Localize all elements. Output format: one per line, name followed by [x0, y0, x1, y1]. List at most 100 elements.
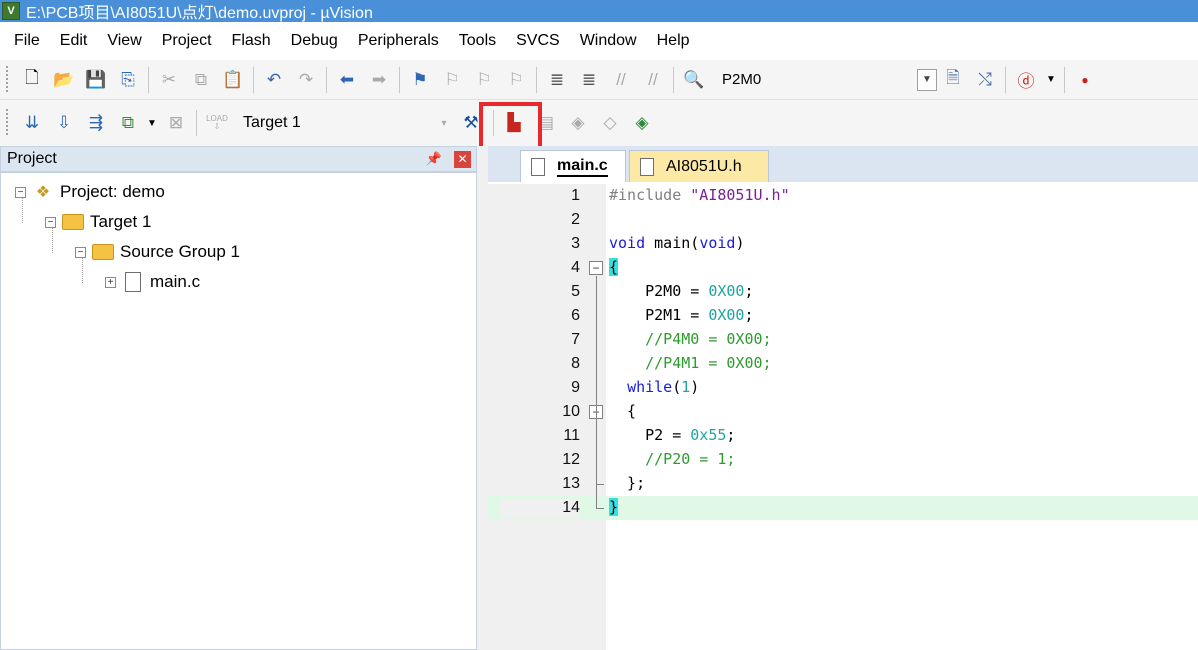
menu-svcs[interactable]: SVCS	[506, 32, 570, 50]
collapse-icon[interactable]: −	[15, 186, 26, 198]
save-all-icon[interactable]: ⎘	[115, 67, 141, 93]
find-combobox-text[interactable]: P2M0	[722, 71, 917, 88]
new-file-icon[interactable]: 🗋	[19, 67, 45, 93]
select-packs-icon[interactable]: ◇	[597, 110, 623, 136]
undo-icon[interactable]: ↶	[261, 67, 287, 93]
uncomment-icon[interactable]: //	[640, 67, 666, 93]
code-text: //P4M1 = 0X00;	[609, 354, 771, 372]
chevron-down-icon[interactable]: ▼	[147, 110, 157, 136]
code-line[interactable]: 8 //P4M1 = 0X00;	[488, 352, 1198, 376]
manage-runtime-icon[interactable]: ◈	[565, 110, 591, 136]
cut-icon[interactable]: ✂	[156, 67, 182, 93]
menu-help[interactable]: Help	[647, 32, 700, 50]
code-text: #include "AI8051U.h"	[609, 186, 790, 204]
save-icon[interactable]: 💾	[83, 67, 109, 93]
download-icon[interactable]: LOAD ⇩	[204, 110, 230, 136]
navigate-forward-icon[interactable]: ➡	[366, 67, 392, 93]
bookmark-insert-icon[interactable]: ⚑	[407, 67, 433, 93]
code-token: "AI8051U.h"	[690, 186, 790, 204]
chevron-down-icon[interactable]: ▼	[1045, 67, 1057, 93]
code-line[interactable]: 7 //P4M0 = 0X00;	[488, 328, 1198, 352]
menu-view[interactable]: View	[97, 32, 151, 50]
build-icon[interactable]: ⇩	[51, 110, 77, 136]
menu-peripherals[interactable]: Peripherals	[348, 32, 449, 50]
pin-icon[interactable]: 📌	[426, 151, 442, 167]
bookmark-clear-icon[interactable]: ⚐	[503, 67, 529, 93]
code-token: P2M0 =	[609, 282, 709, 300]
bookmark-prev-icon[interactable]: ⚐	[439, 67, 465, 93]
fold-collapse-icon[interactable]: −	[589, 261, 603, 275]
debug-session-icon[interactable]: ⓓ	[1013, 67, 1039, 93]
code-line[interactable]: 5 P2M0 = 0X00;	[488, 280, 1198, 304]
code-token: };	[609, 474, 646, 492]
code-line[interactable]: 13 };	[488, 472, 1198, 496]
comment-icon[interactable]: //	[608, 67, 634, 93]
tree-node-project[interactable]: − ❖ Project: demo	[15, 179, 165, 205]
folder-open-icon	[92, 242, 114, 262]
menu-edit[interactable]: Edit	[50, 32, 98, 50]
unindent-icon[interactable]: ≣	[576, 67, 602, 93]
find-in-files-icon[interactable]: 🔍	[681, 67, 707, 93]
incremental-find-icon[interactable]: ⤭	[972, 67, 998, 93]
collapse-icon[interactable]: −	[45, 216, 56, 228]
breakpoint-icon[interactable]: ●	[1072, 67, 1098, 93]
close-icon[interactable]: ✕	[454, 150, 471, 168]
bookmark-next-icon[interactable]: ⚐	[471, 67, 497, 93]
paste-icon[interactable]: 📋	[220, 67, 246, 93]
toolbar-grip[interactable]	[6, 109, 12, 137]
indent-icon[interactable]: ≣	[544, 67, 570, 93]
navigate-back-icon[interactable]: ⬅	[334, 67, 360, 93]
menu-project[interactable]: Project	[152, 32, 222, 50]
toolbar-separator	[1005, 66, 1006, 93]
tab-main-c[interactable]: main.c	[520, 150, 626, 182]
redo-icon[interactable]: ↷	[293, 67, 319, 93]
line-number: 4	[571, 259, 580, 276]
chevron-down-icon[interactable]: ▼	[917, 68, 937, 91]
code-token: }	[609, 498, 619, 516]
tab-ai8051u-h[interactable]: AI8051U.h	[629, 150, 769, 182]
code-line[interactable]: 12 //P20 = 1;	[488, 448, 1198, 472]
code-line[interactable]: 9 while(1)	[488, 376, 1198, 400]
toolbar-separator	[673, 66, 674, 93]
menu-window[interactable]: Window	[570, 32, 647, 50]
batch-build-icon[interactable]: ⧉	[115, 110, 141, 136]
menu-debug[interactable]: Debug	[281, 32, 348, 50]
line-number: 9	[571, 379, 580, 396]
stop-build-icon[interactable]: ⊠	[163, 110, 189, 136]
code-text: }	[609, 498, 619, 516]
tree-node-source-group[interactable]: − Source Group 1	[75, 239, 240, 265]
find-icon[interactable]: 🗎	[940, 67, 966, 93]
chevron-down-icon[interactable]: ▾	[436, 110, 452, 136]
menu-tools[interactable]: Tools	[449, 32, 506, 50]
toolbar-grip[interactable]	[6, 65, 12, 94]
code-line[interactable]: 4 {−	[488, 256, 1198, 280]
translate-icon[interactable]: ⇊	[19, 110, 45, 136]
copy-icon[interactable]: ⧉	[188, 67, 214, 93]
tree-node-file[interactable]: + main.c	[105, 269, 200, 295]
menu-file[interactable]: File	[4, 32, 50, 50]
code-line[interactable]: 10 {−	[488, 400, 1198, 424]
menu-flash[interactable]: Flash	[222, 32, 281, 50]
code-token: ;	[744, 306, 754, 324]
code-editor[interactable]: 1 #include "AI8051U.h" 2 3 void main(void) 4 {…	[488, 184, 1198, 650]
code-line[interactable]: 2	[488, 208, 1198, 232]
tree-label-file: main.c	[150, 272, 201, 291]
collapse-icon[interactable]: −	[75, 246, 86, 258]
project-icon: ❖	[35, 184, 51, 201]
rebuild-icon[interactable]: ⇶	[83, 110, 109, 136]
code-line[interactable]: 1 #include "AI8051U.h"	[488, 184, 1198, 208]
code-token: #include	[609, 186, 691, 204]
code-line[interactable]: 6 P2M1 = 0X00;	[488, 304, 1198, 328]
code-token: 0X00	[708, 306, 745, 324]
open-folder-icon[interactable]: 📂	[51, 67, 77, 93]
pack-installer-icon[interactable]: ◈	[629, 110, 655, 136]
expand-icon[interactable]: +	[105, 276, 116, 288]
code-line[interactable]: 3 void main(void)	[488, 232, 1198, 256]
code-text: //P4M0 = 0X00;	[609, 330, 771, 348]
pane-splitter[interactable]	[477, 146, 488, 650]
code-line[interactable]: 14}	[488, 496, 1198, 520]
tree-node-target[interactable]: − Target 1	[45, 209, 151, 235]
code-text: //P20 = 1;	[609, 450, 735, 468]
target-select[interactable]: Target 1	[243, 114, 433, 132]
code-line[interactable]: 11 P2 = 0x55;	[488, 424, 1198, 448]
